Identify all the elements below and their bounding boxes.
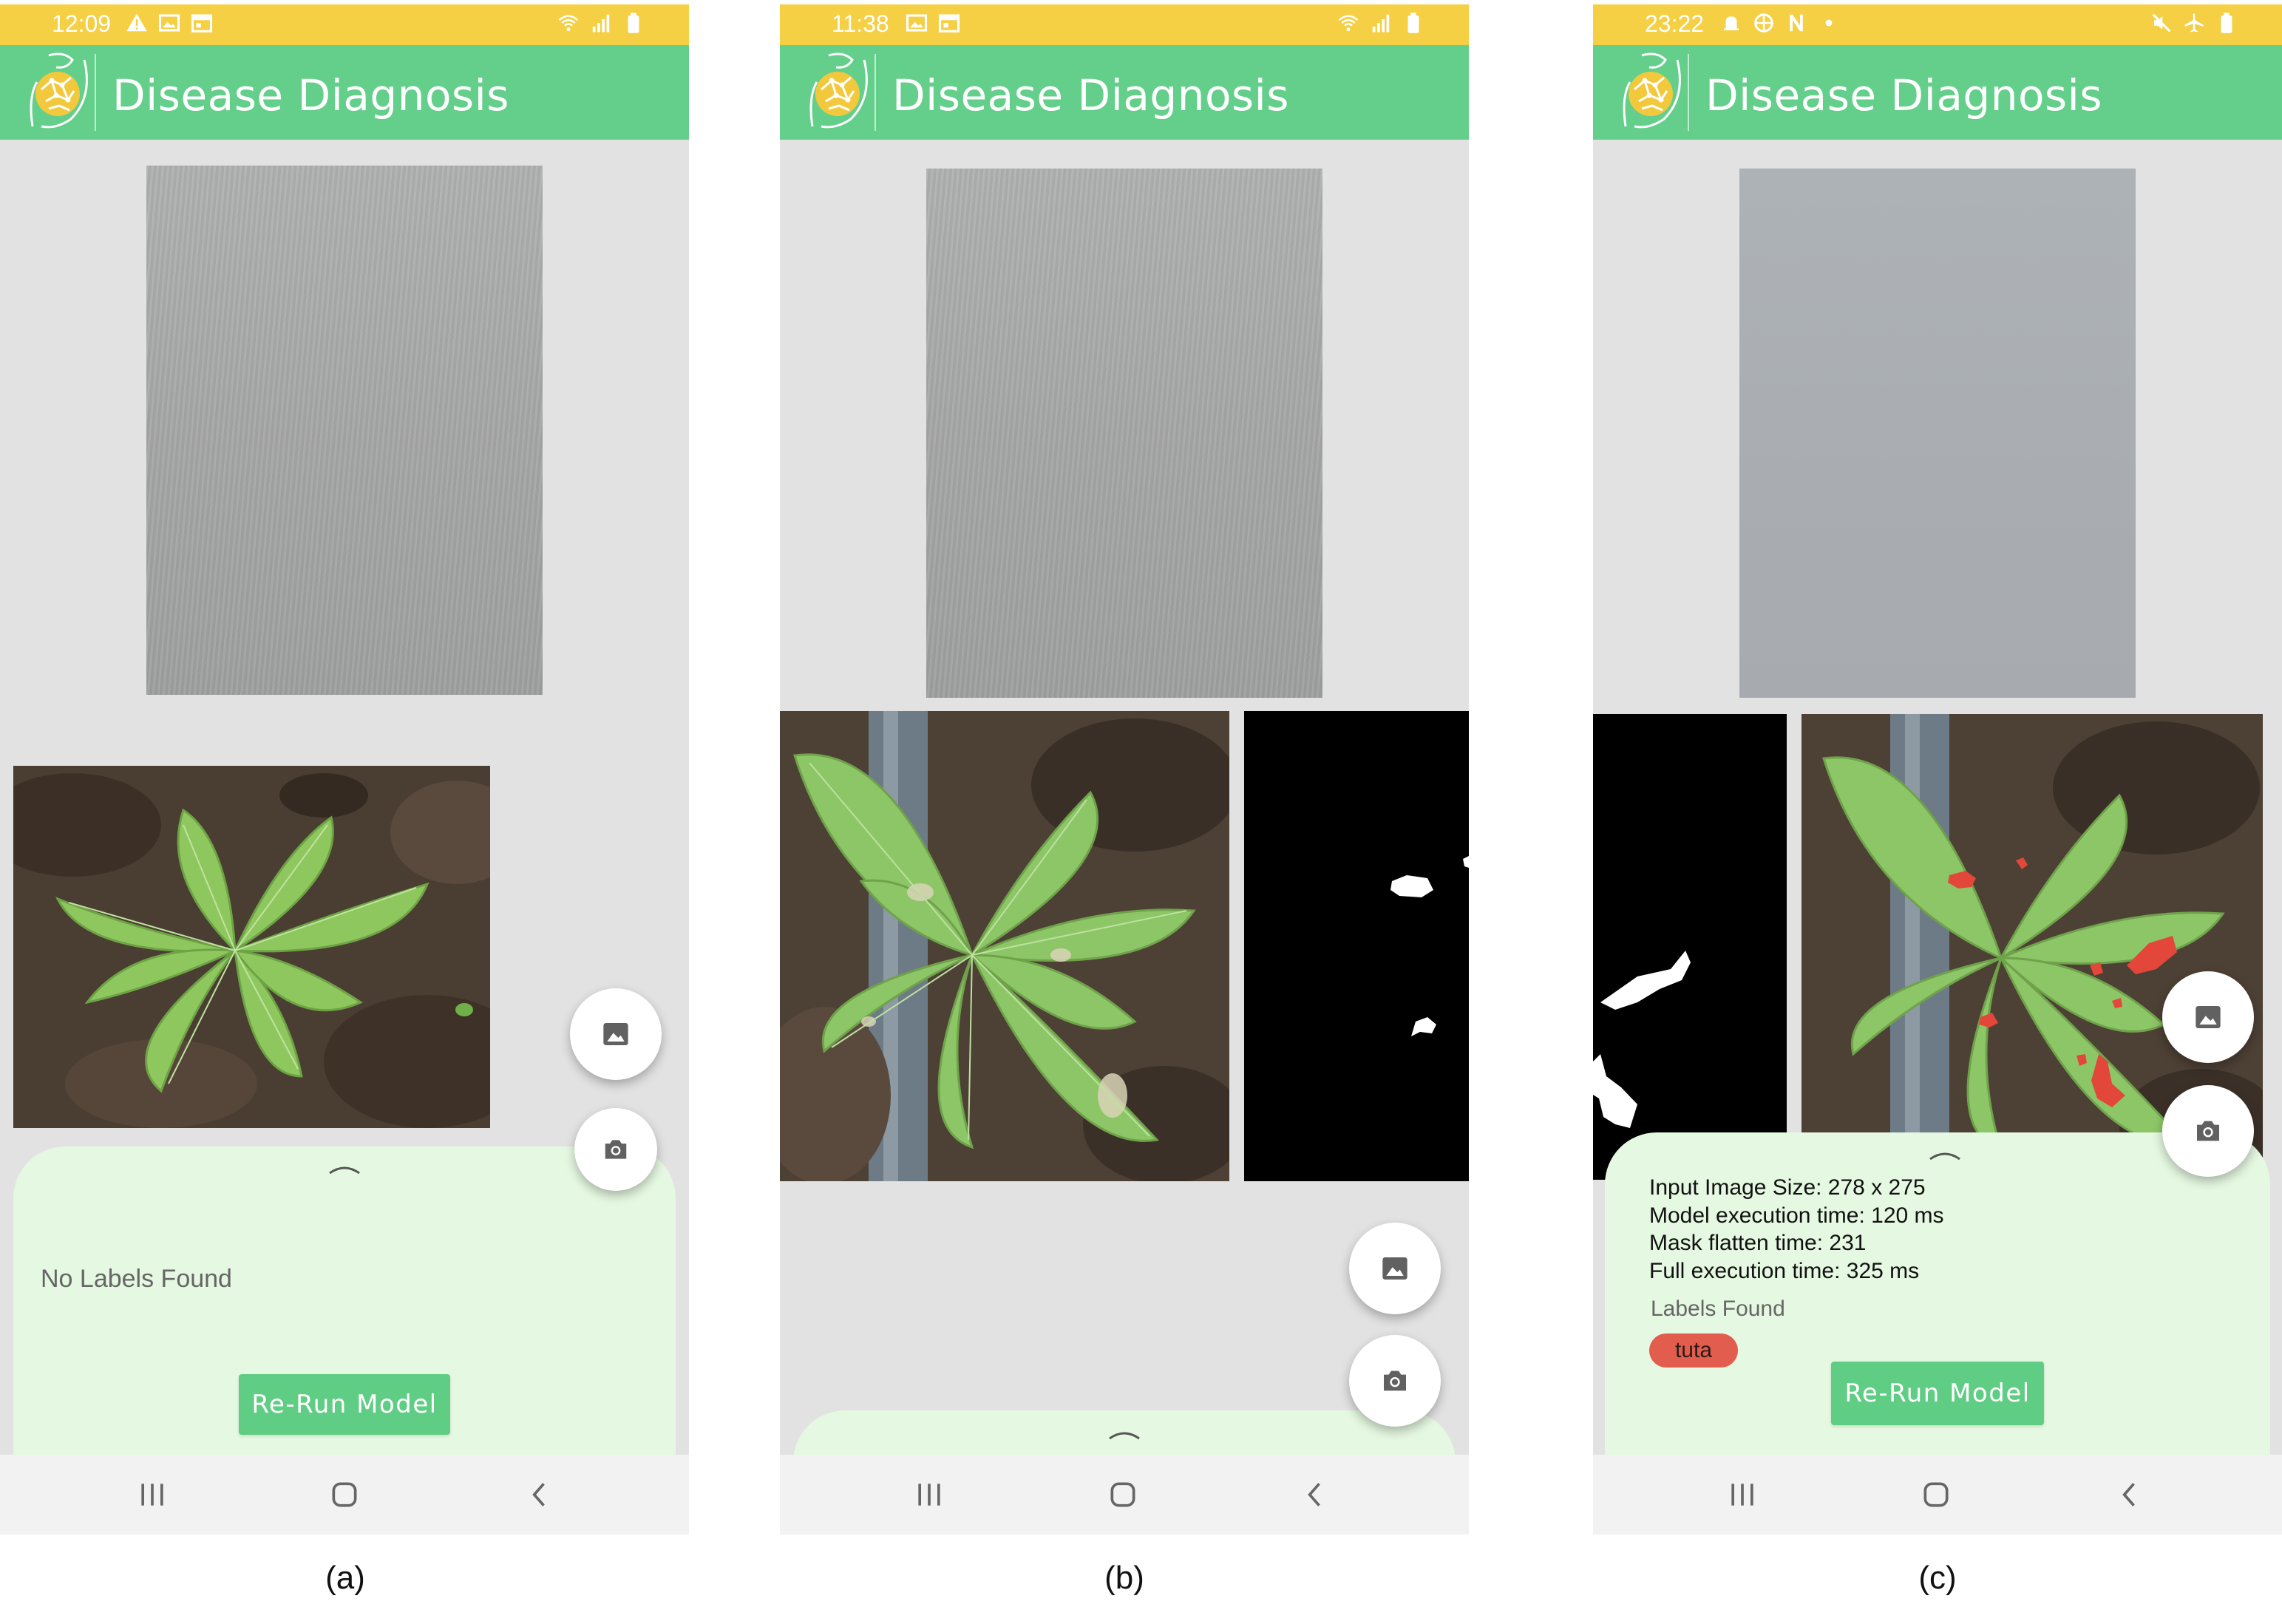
calendar-icon — [191, 14, 213, 33]
status-bar: 12:09 — [0, 4, 689, 45]
segmentation-mask-image — [1244, 711, 1469, 1181]
signal-icon — [1372, 14, 1390, 33]
image-icon — [906, 14, 928, 32]
airplane-icon — [2184, 13, 2204, 33]
status-time: 11:38 — [832, 10, 889, 37]
rerun-model-button[interactable]: Re-Run Model — [239, 1374, 450, 1435]
sheet-handle-icon[interactable] — [1108, 1427, 1141, 1441]
camera-button[interactable] — [574, 1108, 657, 1191]
app-bar: Disease Diagnosis — [0, 45, 689, 140]
recents-icon[interactable] — [1726, 1478, 1759, 1511]
calendar-icon — [938, 14, 960, 33]
status-time: 23:22 — [1645, 10, 1705, 37]
app-bar-divider — [95, 54, 96, 131]
reference-gray-image — [926, 169, 1322, 698]
camera-icon — [605, 1140, 627, 1159]
stat-full-time: Full execution time: 325 ms — [1649, 1258, 1920, 1283]
mute-icon — [2152, 13, 2171, 33]
status-bar: 23:22 — [1593, 4, 2282, 45]
back-icon[interactable] — [2113, 1478, 2146, 1511]
system-nav-bar — [1593, 1455, 2282, 1535]
tomato-brain-logo-icon — [30, 52, 88, 129]
app-bar: Disease Diagnosis — [780, 45, 1469, 140]
back-icon[interactable] — [1299, 1478, 1331, 1511]
rerun-model-button[interactable]: Re-Run Model — [1831, 1362, 2044, 1425]
gallery-icon — [2196, 1006, 2221, 1028]
app-title: Disease Diagnosis — [892, 70, 1289, 120]
reference-gray-image — [1739, 169, 2136, 698]
app-bar: Disease Diagnosis — [1593, 45, 2282, 140]
input-plant-image — [13, 766, 490, 1128]
tomato-brain-logo-icon — [809, 52, 868, 129]
gallery-icon — [1382, 1257, 1407, 1280]
gallery-icon — [603, 1023, 628, 1045]
recents-icon[interactable] — [913, 1478, 945, 1511]
back-icon[interactable] — [523, 1478, 556, 1511]
stat-model-time: Model execution time: 120 ms — [1649, 1203, 1944, 1228]
dot-icon — [1825, 19, 1833, 27]
wifi-icon — [1338, 15, 1359, 32]
stat-input-size: Input Image Size: 278 x 275 — [1649, 1175, 1926, 1200]
camera-icon — [1384, 1370, 1406, 1391]
app-title: Disease Diagnosis — [1705, 70, 2102, 120]
caption-b: (b) — [1104, 1560, 1144, 1596]
caption-a: (a) — [325, 1560, 365, 1596]
signal-icon — [592, 14, 610, 33]
battery-icon — [2221, 13, 2232, 33]
app-title: Disease Diagnosis — [112, 70, 509, 120]
app-bar-divider — [875, 54, 876, 131]
status-bar: 11:38 — [780, 4, 1469, 45]
input-plant-image — [780, 711, 1229, 1181]
home-icon[interactable] — [1107, 1478, 1139, 1511]
gallery-button[interactable] — [570, 988, 662, 1080]
home-icon[interactable] — [1920, 1478, 1952, 1511]
sheet-handle-icon[interactable] — [1929, 1147, 1961, 1162]
battery-icon — [628, 13, 639, 33]
caption-c: (c) — [1918, 1560, 1957, 1596]
camera-button[interactable] — [2162, 1085, 2254, 1177]
label-chip-tuta: tuta — [1649, 1333, 1738, 1368]
reference-gray-image — [146, 166, 543, 695]
camera-button[interactable] — [1349, 1335, 1441, 1427]
segmentation-mask-image — [1593, 714, 1787, 1180]
gallery-button[interactable] — [2162, 971, 2254, 1063]
home-icon[interactable] — [328, 1478, 361, 1511]
phone-screen-c: 23:22 Disease Diagnosis Input Image Size… — [1593, 4, 2282, 1535]
stat-mask-flatten-time: Mask flatten time: 231 — [1649, 1231, 1867, 1255]
tomato-brain-logo-icon — [1623, 52, 1681, 129]
image-icon — [158, 14, 180, 32]
alarm-icon — [1724, 16, 1739, 30]
system-nav-bar — [0, 1455, 689, 1535]
phone-screen-a: 12:09 Disease Diagnosis No Labels Found … — [0, 4, 689, 1535]
no-labels-text: No Labels Found — [41, 1265, 232, 1293]
sheet-handle-icon[interactable] — [328, 1161, 361, 1176]
camera-icon — [2197, 1121, 2219, 1141]
warning-icon — [126, 13, 147, 32]
labels-found-heading: Labels Found — [1651, 1297, 1785, 1321]
globe-icon — [1754, 13, 1773, 33]
status-time: 12:09 — [52, 10, 112, 37]
wifi-icon — [558, 15, 579, 32]
execution-stats: Input Image Size: 278 x 275 Model execut… — [1649, 1174, 1944, 1285]
gallery-button[interactable] — [1349, 1223, 1441, 1314]
app-bar-divider — [1688, 54, 1689, 131]
battery-icon — [1407, 13, 1419, 33]
system-nav-bar — [780, 1455, 1469, 1535]
phone-screen-b: 11:38 Disease Diagnosis — [780, 4, 1469, 1535]
recents-icon[interactable] — [136, 1478, 169, 1511]
n-icon — [1790, 14, 1803, 32]
